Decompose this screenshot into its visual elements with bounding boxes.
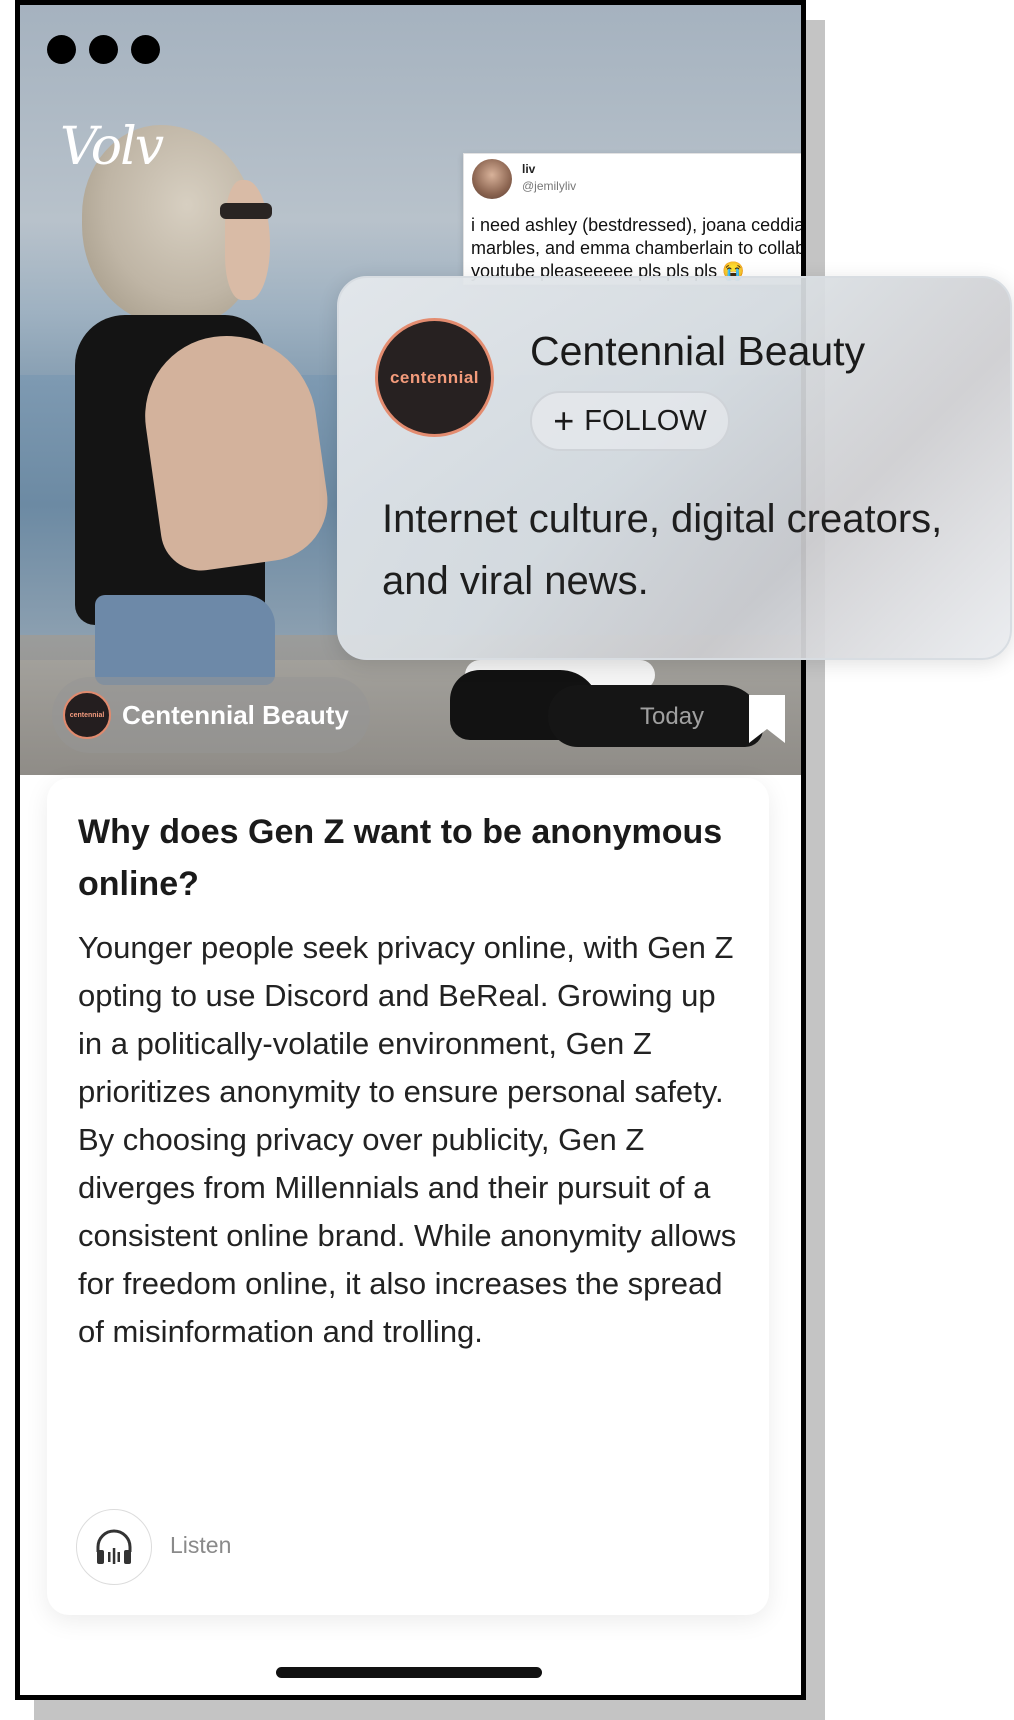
bookmark-icon[interactable] [747,693,787,745]
story-date: Today [640,703,705,730]
photo-sunglasses [220,203,272,219]
photo-person-arm [134,324,336,576]
tweet-text: i need ashley (bestdressed), joana ceddi… [471,214,801,283]
article-body: Younger people seek privacy online, with… [78,930,737,1349]
publisher-description: Internet culture, digital creators, and … [382,497,943,603]
tweet-author-name: liv [522,162,536,176]
plus-icon: + [553,400,575,441]
article-card: Why does Gen Z want to be anonymous onli… [47,778,769,1615]
listen-label: Listen [170,1532,232,1558]
article-title: Why does Gen Z want to be anonymous onli… [78,813,723,903]
embedded-tweet: liv @jemilyliv i need ashley (bestdresse… [463,153,801,285]
tweet-author-handle: @jemilyliv [522,179,577,193]
follow-button[interactable]: + FOLLOW [530,391,730,451]
headphones-icon [96,1529,132,1564]
app-screen: Volv liv @jemilyliv i need ashley (bestd… [0,0,1014,1720]
window-dot[interactable] [89,35,118,64]
app-logo: Volv [60,117,164,177]
window-controls[interactable] [47,35,160,64]
tweet-text-line: i need ashley (bestdressed), joana ceddi… [471,215,801,235]
tweet-avatar [472,159,512,199]
listen-button[interactable] [76,1509,152,1585]
window-dot[interactable] [47,35,76,64]
follow-label: FOLLOW [584,404,707,437]
phone-frame: Volv liv @jemilyliv i need ashley (bestd… [15,0,806,1700]
publisher-name: Centennial Beauty [530,328,866,374]
window-dot[interactable] [131,35,160,64]
photo-person-face [225,180,270,300]
source-name: Centennial Beauty [122,699,349,730]
source-pill[interactable]: centennial Centennial Beauty [52,677,370,753]
home-indicator[interactable] [276,1667,542,1678]
publisher-popover: centennial Centennial Beauty + FOLLOW In… [337,276,1012,660]
tweet-text-line: marbles, and emma chamberlain to collab … [471,238,801,258]
publisher-avatar[interactable]: centennial [375,318,494,437]
photo-person-shorts [95,595,275,685]
source-avatar: centennial [63,691,111,739]
